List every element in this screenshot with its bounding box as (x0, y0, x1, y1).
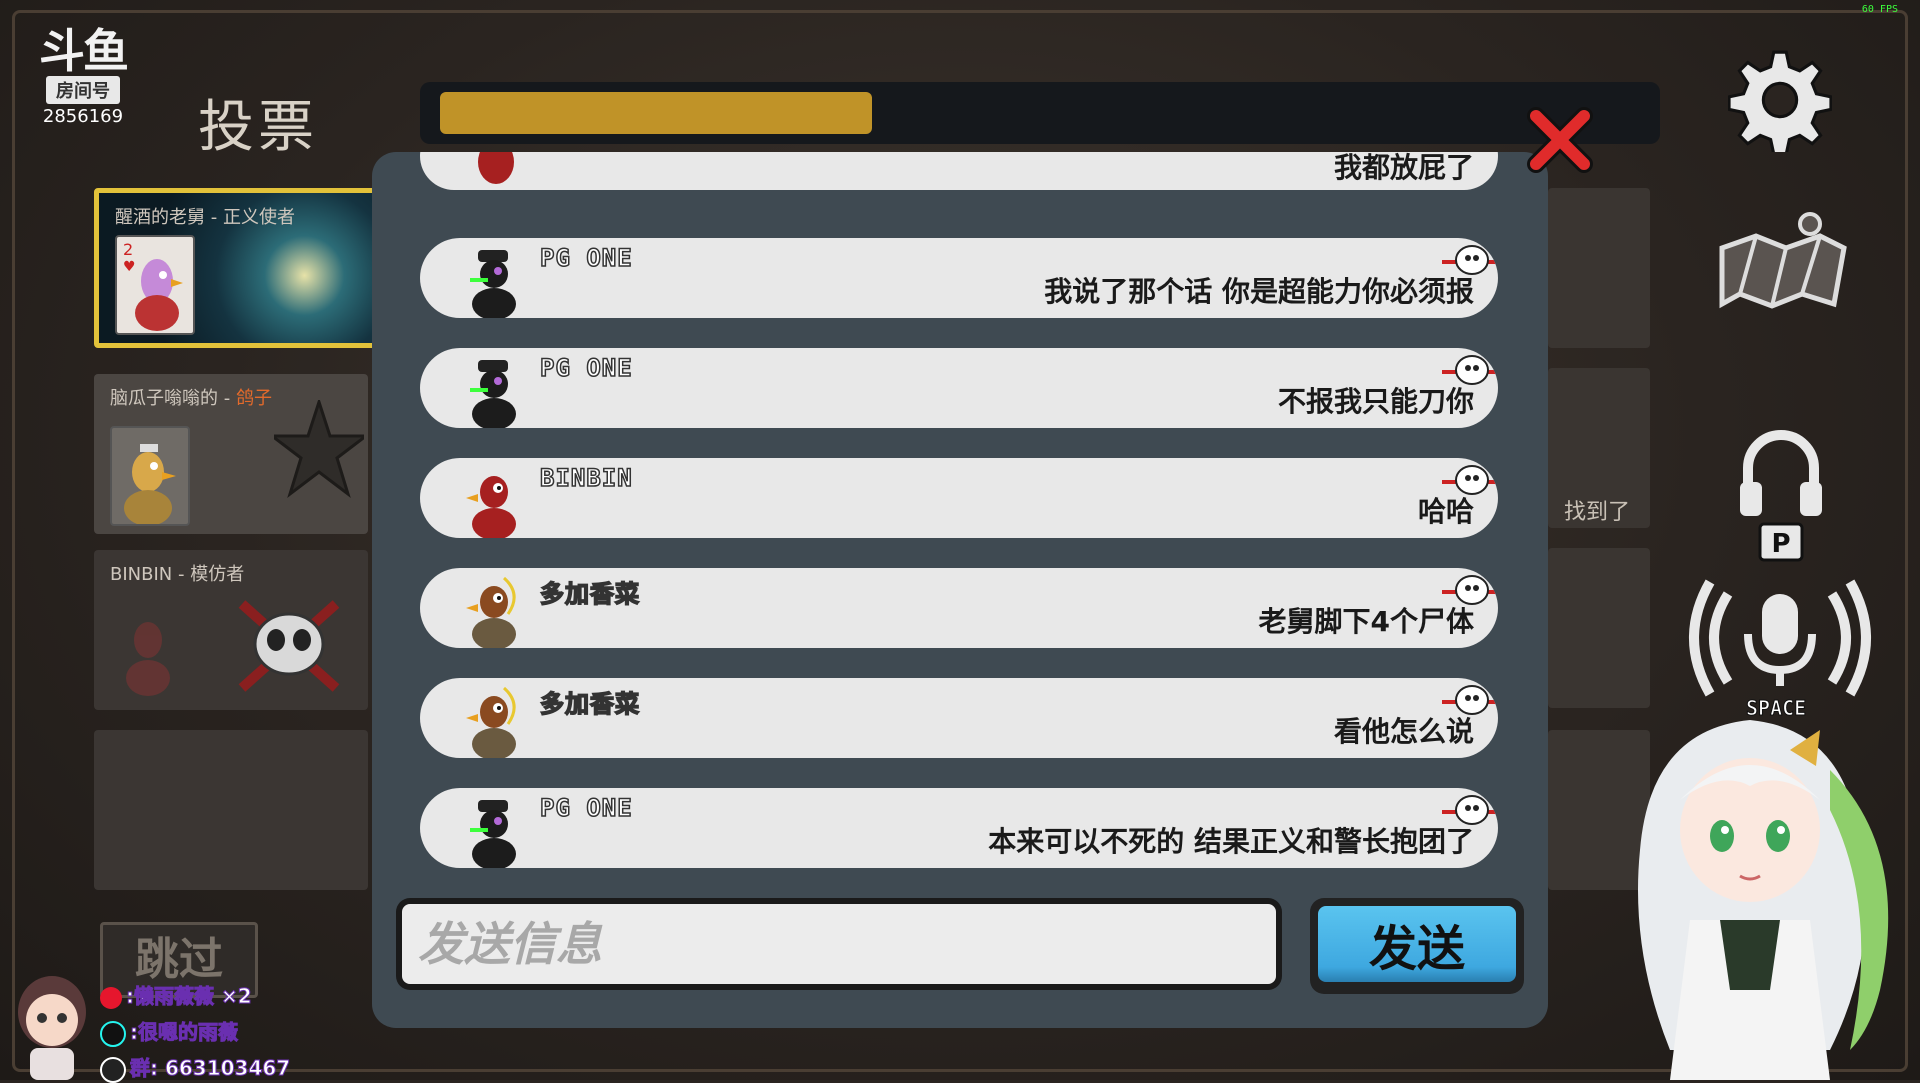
player-card-3[interactable]: BINBIN - 模仿者 (94, 550, 368, 710)
chat-message: PG ONE 我说了那个话 你是超能力你必须报 (420, 238, 1498, 318)
red-goose-icon (478, 152, 514, 184)
vtuber-avatar-image (1638, 720, 1889, 1080)
black-goose-icon (470, 800, 516, 868)
social-text: :懒雨薇薇 ×2 (126, 984, 253, 1009)
chat-sender: BINBIN (539, 463, 633, 493)
ghost-report-icon (1442, 685, 1496, 715)
death-skull-icon (238, 600, 340, 692)
ghost-report-icon (1442, 795, 1496, 825)
chat-input-frame (396, 898, 1282, 990)
brand-logo: 斗鱼 (39, 24, 129, 78)
chat-sender: 多加香菜 (539, 579, 640, 609)
star-icon (274, 400, 364, 498)
gear-icon[interactable] (1728, 48, 1832, 152)
chat-message-list[interactable]: 我都放屁了 PG ONE 我说了那个话 你是超能力你必须报 PG ONE 不报我… (420, 152, 1498, 872)
chat-sender: PG ONE (539, 243, 633, 273)
social-line-weibo: :懒雨薇薇 ×2 (100, 980, 400, 1009)
chat-message: BINBIN 哈哈 (420, 458, 1498, 538)
player-name: BINBIN - 模仿者 (110, 564, 245, 585)
player-card-1[interactable]: 醒酒的老舅 - 正义使者 2 ♥ (94, 188, 378, 348)
chat-message: 我都放屁了 (420, 152, 1498, 190)
chat-message-text: 本来可以不死的 结果正义和警长抱团了 (988, 825, 1474, 858)
player-portrait-card: 2 ♥ (115, 235, 195, 335)
chat-message-text: 我都放屁了 (1333, 152, 1474, 184)
social-line-qq: 群: 663103467 (100, 1052, 400, 1083)
red-goose-icon (466, 476, 516, 538)
player-name: 脑瓜子嗡嗡的 - 鸽子 (110, 388, 272, 409)
player-role: 模仿者 (190, 564, 245, 585)
chat-sender: PG ONE (539, 793, 633, 823)
player-name-text: 醒酒的老舅 (115, 207, 205, 228)
svg-text:2: 2 (123, 240, 133, 259)
headset-icon[interactable]: P (1736, 428, 1826, 568)
chat-message-text: 我说了那个话 你是超能力你必须报 (1044, 275, 1474, 308)
chat-modal: 我都放屁了 PG ONE 我说了那个话 你是超能力你必须报 PG ONE 不报我… (372, 152, 1548, 1028)
player-name: 醒酒的老舅 - 正义使者 (115, 207, 295, 228)
chat-message: 多加香菜 看他怎么说 (420, 678, 1498, 758)
social-text: 群: 663103467 (129, 1056, 291, 1081)
fps-counter: 60 FPS (1861, 4, 1898, 15)
close-icon[interactable] (1524, 104, 1596, 176)
chat-input[interactable] (402, 904, 1276, 984)
chat-sender: PG ONE (539, 353, 633, 383)
svg-text:♥: ♥ (123, 259, 136, 275)
chat-input-wrapper (402, 904, 1276, 984)
right-player-card-3[interactable] (1548, 548, 1650, 708)
ghost-report-icon (1442, 575, 1496, 605)
send-button-frame: 发送 (1310, 898, 1524, 994)
player-portrait (110, 426, 190, 526)
chat-message: PG ONE 不报我只能刀你 (420, 348, 1498, 428)
send-button[interactable]: 发送 (1318, 906, 1516, 982)
brown-goose-icon (466, 686, 516, 758)
room-logo: 斗鱼 房间号 2856169 (28, 28, 138, 127)
page-title: 投票 (198, 95, 318, 160)
black-goose-icon (470, 250, 516, 318)
room-label: 房间号 (46, 76, 120, 104)
player-card-4-empty (94, 730, 368, 890)
player-name-text: 脑瓜子嗡嗡的 (110, 388, 218, 409)
black-goose-icon (470, 360, 516, 428)
social-line-douyin: :很嗯的雨薇 (100, 1016, 400, 1047)
social-text: :很嗯的雨薇 (130, 1020, 239, 1045)
map-icon[interactable] (1716, 208, 1850, 318)
room-id: 2856169 (42, 106, 124, 127)
brown-goose-icon (466, 576, 516, 648)
chat-message: 多加香菜 老舅脚下4个尸体 (420, 568, 1498, 648)
push-to-talk-key: P (1771, 529, 1790, 559)
ghost-report-icon (1442, 245, 1496, 275)
chibi-mascot-image (18, 976, 86, 1080)
ghost-report-icon (1442, 355, 1496, 385)
dead-goose-icon (126, 622, 170, 696)
player-name-text: BINBIN (110, 564, 173, 585)
right-player-card-1[interactable] (1548, 188, 1650, 348)
chat-sender: 多加香菜 (539, 689, 640, 719)
player-role: 鸽子 (235, 388, 272, 409)
found-status-text: 找到了 (1564, 500, 1631, 525)
player-role: 正义使者 (222, 207, 295, 228)
player-card-2[interactable]: 脑瓜子嗡嗡的 - 鸽子 (94, 374, 368, 534)
ghost-report-icon (1442, 465, 1496, 495)
chat-message: PG ONE 本来可以不死的 结果正义和警长抱团了 (420, 788, 1498, 868)
vote-timer-fill (440, 92, 872, 134)
